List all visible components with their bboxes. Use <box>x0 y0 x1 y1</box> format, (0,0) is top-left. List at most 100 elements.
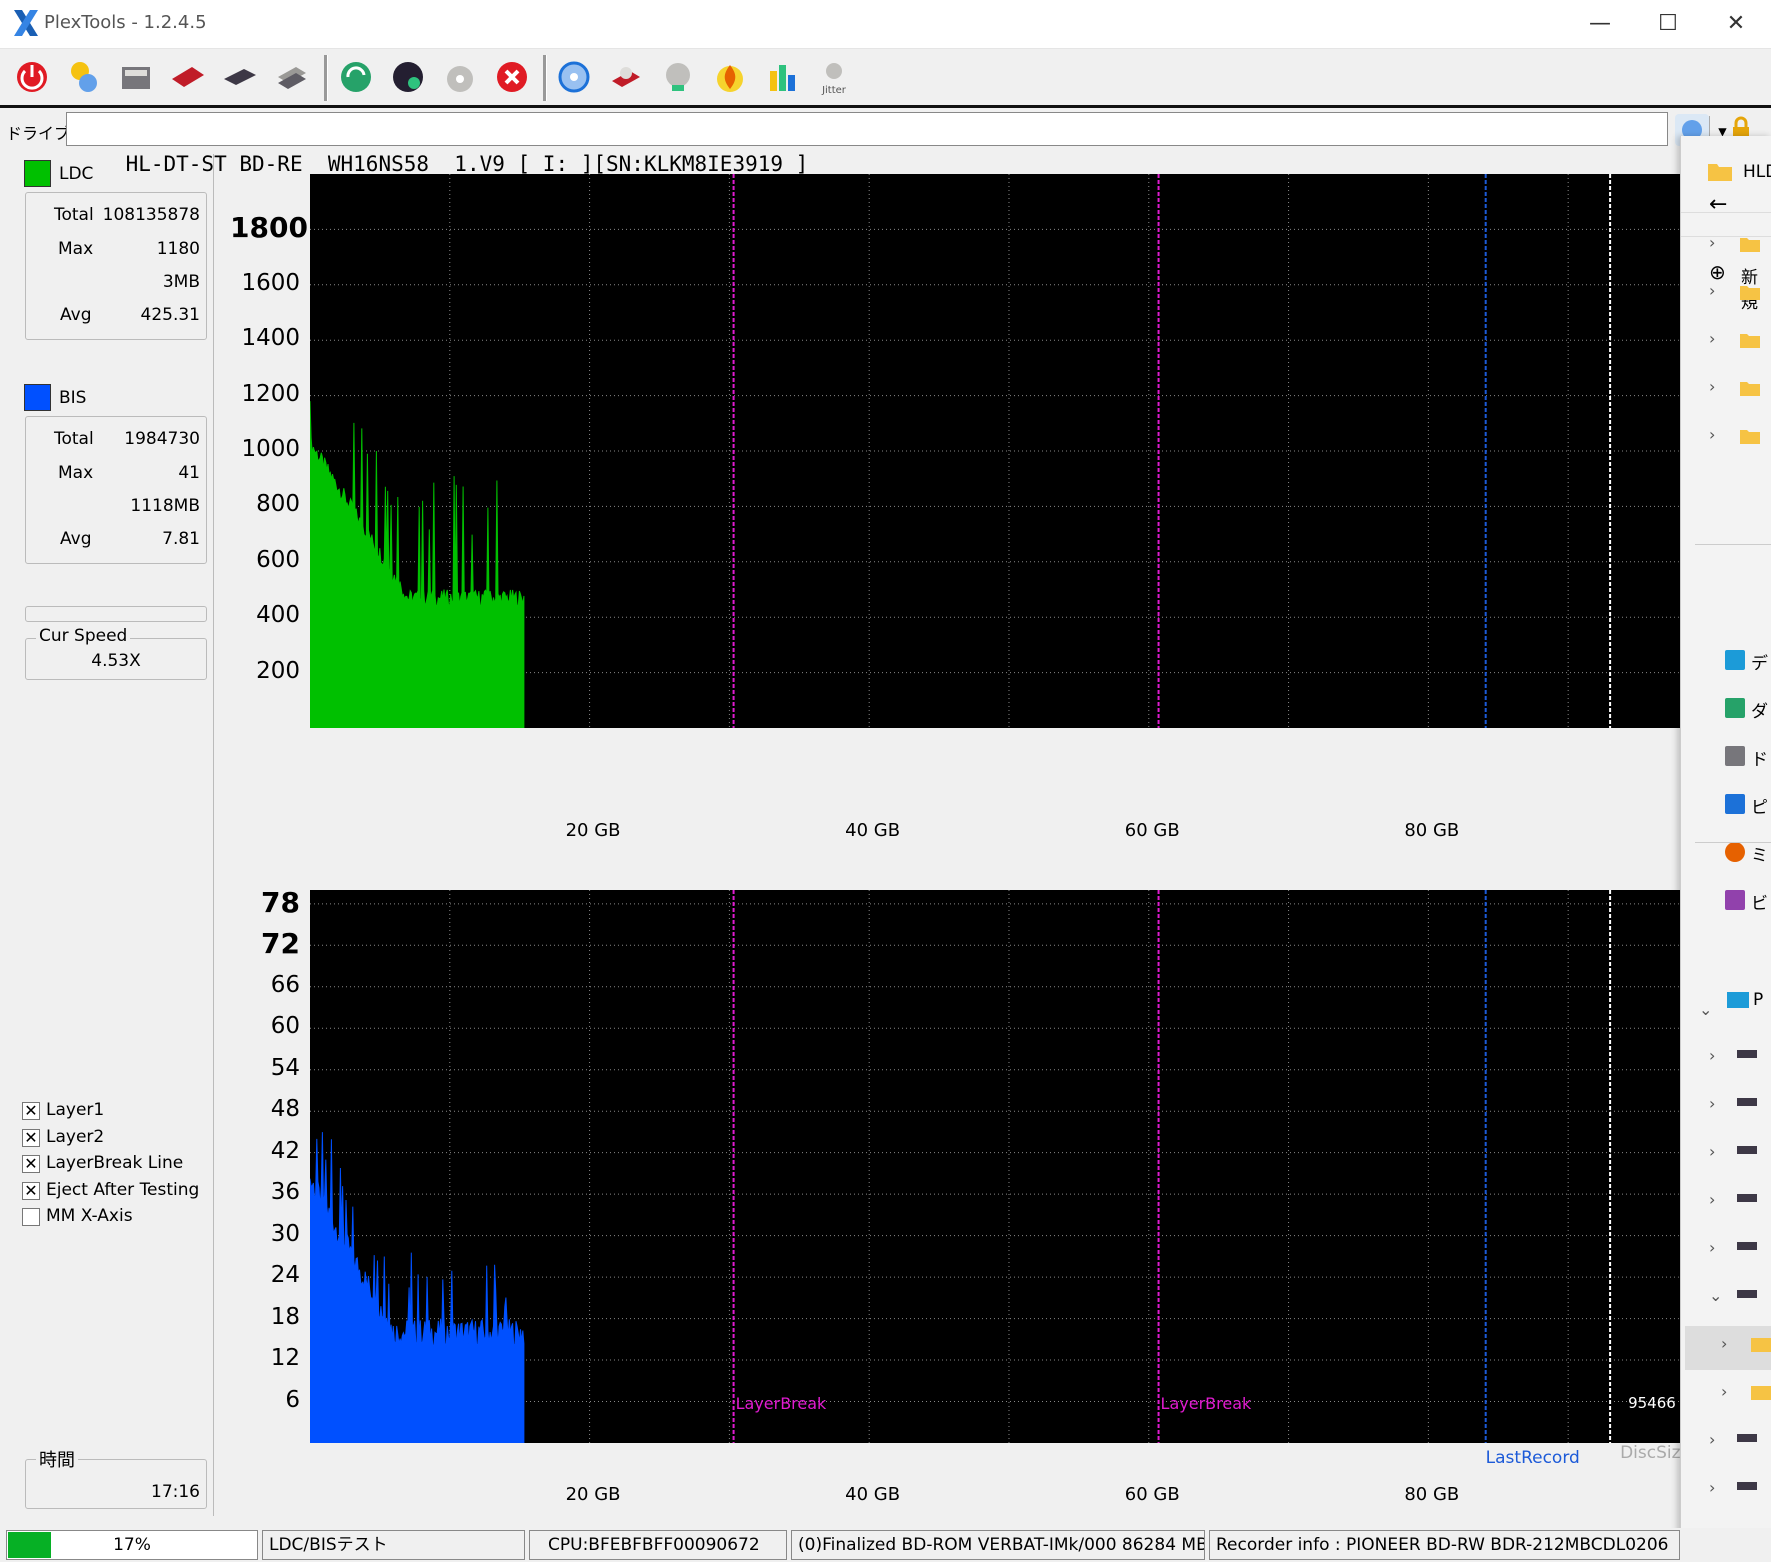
stop-icon[interactable] <box>492 57 532 97</box>
time-value: 17:16 <box>151 1482 200 1502</box>
chevron-right-icon[interactable]: › <box>1709 1430 1715 1449</box>
y-tick-label: 6 <box>285 1386 300 1413</box>
cur-speed-label: Cur Speed <box>36 626 131 646</box>
bis-avg-label: Avg <box>60 529 92 549</box>
chevron-right-icon[interactable]: › <box>1709 377 1715 396</box>
quick-access-label[interactable]: ダ <box>1751 697 1768 722</box>
drive-icon[interactable] <box>1737 1242 1757 1250</box>
bis-title: BIS <box>59 388 87 408</box>
disc-blue-icon[interactable] <box>554 57 594 97</box>
ldc-avg-label: Avg <box>60 305 92 325</box>
drive-select[interactable]: HL-DT-ST BD-RE WH16NS58 1.V9 [ I: ][SN:K… <box>66 112 1727 176</box>
chart-icon[interactable] <box>762 57 802 97</box>
folder-icon <box>1740 382 1760 396</box>
music-icon[interactable] <box>1725 842 1745 862</box>
chevron-right-icon[interactable]: › <box>1709 281 1715 300</box>
option-checkbox[interactable]: ✕ <box>22 1155 40 1173</box>
progress-fill <box>8 1532 51 1558</box>
recorder-info-text: Recorder info : PIONEER BD-RW BDR-212MBC… <box>1216 1535 1669 1555</box>
explorer-folder-row[interactable]: › <box>1681 273 1771 313</box>
jitter-label: Jitter <box>821 85 847 96</box>
dvd-red-icon[interactable] <box>168 57 208 97</box>
chevron-right-icon[interactable]: › <box>1709 1094 1715 1113</box>
maximize-button[interactable]: ☐ <box>1634 0 1702 48</box>
explorer-header: HLD <box>1743 162 1771 182</box>
drive-icon[interactable] <box>1737 1434 1757 1442</box>
ldc-total-label: Total <box>54 205 94 225</box>
power-icon[interactable] <box>12 57 52 97</box>
disc-info-icon[interactable] <box>64 57 104 97</box>
quick-access-label[interactable]: ド <box>1751 745 1768 770</box>
ldc-max-value: 1180 <box>156 239 200 259</box>
download-icon[interactable] <box>1725 698 1745 718</box>
chevron-right-icon[interactable]: › <box>1721 1334 1727 1353</box>
disc-check-icon[interactable] <box>440 57 480 97</box>
explorer-folder-row[interactable]: › <box>1681 321 1771 361</box>
chevron-right-icon[interactable]: › <box>1709 1190 1715 1209</box>
chevron-right-icon[interactable]: › <box>1709 1238 1715 1257</box>
y-tick-label: 54 <box>270 1054 300 1081</box>
quick-access-label[interactable]: ビ <box>1751 889 1768 914</box>
drive-info-icon[interactable] <box>116 57 156 97</box>
option-checkbox[interactable]: ✕ <box>22 1181 40 1200</box>
drive-stack-icon[interactable] <box>272 57 312 97</box>
disc-size-value: 95466 <box>1628 1394 1676 1412</box>
jitter-icon[interactable]: Jitter <box>814 57 854 97</box>
drive-icon[interactable] <box>1737 1194 1757 1202</box>
y-tick-label: 1400 <box>241 325 300 352</box>
folder-icon <box>1740 238 1760 252</box>
plextools-logo-icon <box>14 10 38 36</box>
disc-info-box: (0)Finalized BD-ROM VERBAT-IMk/000 86284… <box>791 1530 1205 1560</box>
drive-icon[interactable] <box>1737 1482 1757 1490</box>
chevron-right-icon[interactable]: › <box>1709 425 1715 444</box>
progress-box: 17% <box>6 1530 258 1560</box>
explorer-folder-row[interactable]: › <box>1681 369 1771 409</box>
quick-access-label[interactable]: デ <box>1751 649 1768 674</box>
explorer-folder-row[interactable]: › <box>1681 417 1771 457</box>
quick-access-label[interactable]: ピ <box>1751 793 1768 818</box>
chevron-down-icon[interactable]: ⌄ <box>1709 1286 1722 1305</box>
chevron-right-icon[interactable]: › <box>1709 1046 1715 1065</box>
x-tick-label: 60 GB <box>1124 1484 1180 1505</box>
document-icon[interactable] <box>1725 746 1745 766</box>
burn-drive-icon[interactable] <box>606 57 646 97</box>
quick-access-label[interactable]: ミ <box>1751 841 1768 866</box>
folder-icon[interactable] <box>1751 1386 1771 1400</box>
y-tick-label: 12 <box>270 1345 300 1372</box>
chevron-right-icon[interactable]: › <box>1721 1382 1727 1401</box>
chevron-right-icon[interactable]: › <box>1709 1142 1715 1161</box>
chevron-down-icon[interactable]: ⌄ <box>1699 1000 1712 1019</box>
drive-gray-icon[interactable] <box>220 57 260 97</box>
option-checkbox[interactable]: ✕ <box>22 1102 40 1120</box>
drive-label: ドライブ: <box>6 124 76 143</box>
bis-stats: Total 1984730 Max 41 1118MB Avg 7.81 <box>25 416 207 564</box>
pc-label[interactable]: P <box>1753 990 1763 1010</box>
desktop-icon[interactable] <box>1725 650 1745 670</box>
layer-break-label: LayerBreak <box>1161 1394 1252 1413</box>
toolbar-separator <box>543 55 547 101</box>
network-drive-icon[interactable] <box>658 57 698 97</box>
option-checkbox[interactable]: ✕ <box>22 1128 40 1147</box>
chevron-right-icon[interactable]: › <box>1709 1478 1715 1497</box>
chevron-right-icon[interactable]: › <box>1709 233 1715 252</box>
close-window-button[interactable]: ✕ <box>1702 0 1770 48</box>
video-icon[interactable] <box>1725 890 1745 910</box>
drive-icon[interactable] <box>1737 1290 1757 1298</box>
back-arrow-icon[interactable]: ← <box>1709 192 1727 217</box>
drive-icon[interactable] <box>1737 1146 1757 1154</box>
fire-icon[interactable] <box>710 57 750 97</box>
chevron-right-icon[interactable]: › <box>1709 329 1715 348</box>
time-label: 時間 <box>36 1446 78 1472</box>
pc-icon[interactable] <box>1727 992 1749 1008</box>
left-panel: LDC Total 108135878 Max 1180 3MB Avg 425… <box>10 154 214 1516</box>
drive-icon[interactable] <box>1737 1098 1757 1106</box>
scan-disc-icon[interactable] <box>388 57 428 97</box>
drive-icon[interactable] <box>1737 1050 1757 1058</box>
folder-icon[interactable] <box>1751 1338 1771 1352</box>
refresh-icon[interactable] <box>336 57 376 97</box>
option-label: LayerBreak Line <box>46 1153 184 1173</box>
explorer-folder-row[interactable]: › <box>1681 225 1771 265</box>
option-checkbox[interactable] <box>22 1208 40 1226</box>
picture-icon[interactable] <box>1725 794 1745 814</box>
minimize-button[interactable]: — <box>1566 0 1634 48</box>
